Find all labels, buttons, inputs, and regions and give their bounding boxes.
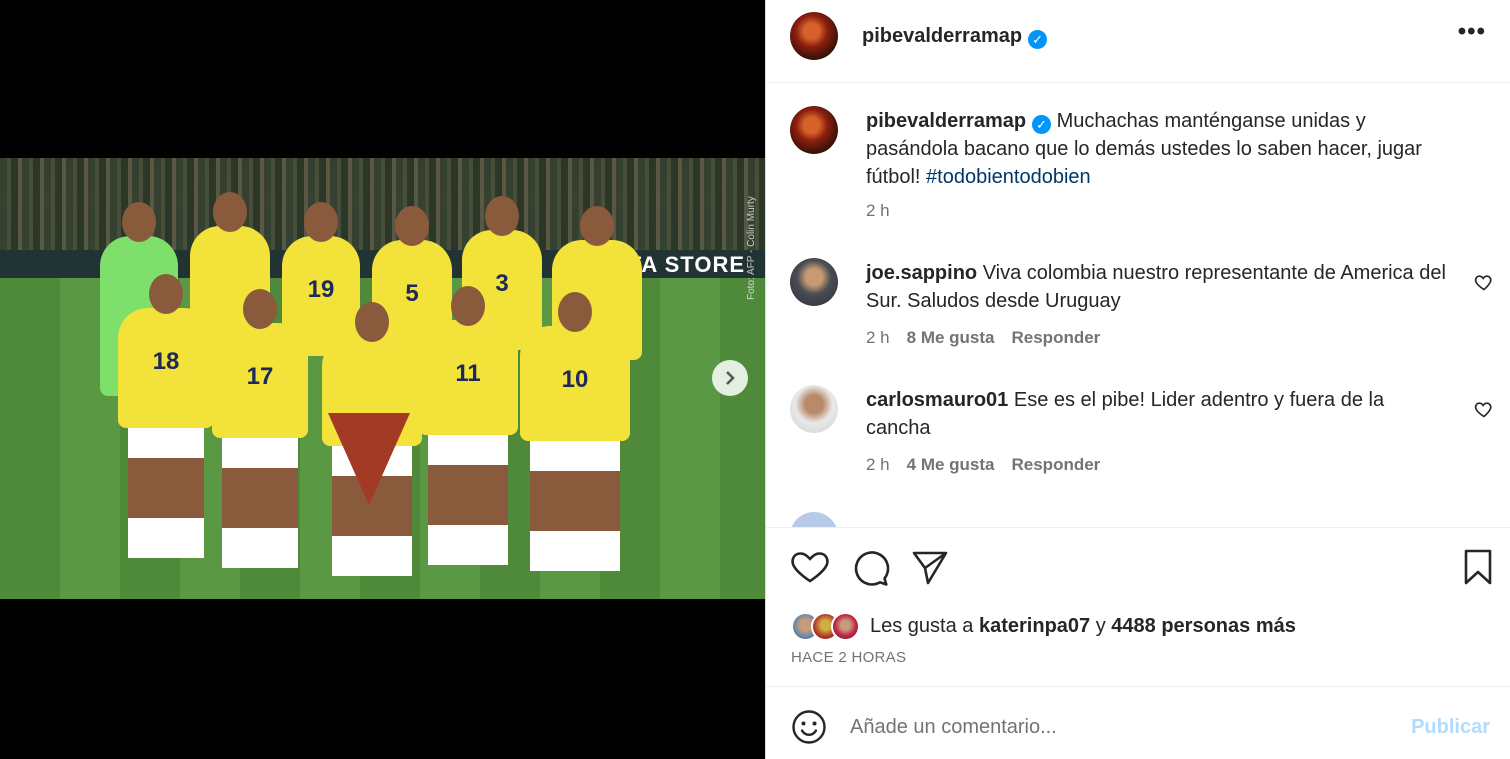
share-send-icon[interactable] xyxy=(908,545,952,589)
post-timestamp[interactable]: HACE 2 HORAS xyxy=(791,649,906,666)
comment-time[interactable]: 2 h xyxy=(866,455,890,475)
jersey-number: 11 xyxy=(455,360,481,387)
comment-avatar[interactable] xyxy=(790,385,838,433)
caption-body: pibevalderramap ✓ Muchachas manténganse u… xyxy=(866,107,1450,191)
jersey-number: 19 xyxy=(307,276,335,303)
likes-middle: y xyxy=(1095,615,1106,637)
likes-user[interactable]: katerinpa07 xyxy=(979,615,1090,638)
likes-summary: Les gusta a katerinpa07 y 4488 personas … xyxy=(791,612,1296,641)
next-media-button[interactable] xyxy=(712,360,748,396)
comments-list[interactable]: pibevalderramap ✓ Muchachas manténganse u… xyxy=(766,84,1510,528)
jersey-number: 10 xyxy=(561,366,589,393)
player: 17 xyxy=(212,289,308,568)
chevron-right-icon xyxy=(726,371,735,385)
stadium-stands xyxy=(0,158,765,250)
carousel-dot xyxy=(368,568,374,574)
comment-likes[interactable]: 4 Me gusta xyxy=(907,455,995,475)
player: 11 xyxy=(418,286,518,565)
comment-reply-button[interactable]: Responder xyxy=(1012,455,1101,475)
jersey-number: 5 xyxy=(405,280,419,307)
verified-badge-icon: ✓ xyxy=(1028,30,1048,49)
comment-input[interactable] xyxy=(850,709,1400,745)
author-username-wrap[interactable]: pibevalderramap ✓ xyxy=(862,25,1048,49)
post-media: FA STORE 19 5 3 18 17 11 10 Foto: AFP - … xyxy=(0,0,765,759)
comment-time[interactable]: 2 h xyxy=(866,328,890,348)
comment-body: joe.sappino Viva colombia nuestro repres… xyxy=(866,259,1450,315)
jersey-number: 17 xyxy=(246,363,274,390)
likes-prefix: Les gusta a xyxy=(870,615,974,637)
photo-credit: Foto: AFP - Colin Murty xyxy=(746,196,757,300)
player: 10 xyxy=(520,292,630,571)
add-comment-bar: Publicar xyxy=(766,686,1510,759)
comment-meta: 2 h 8 Me gusta Responder xyxy=(866,328,1100,348)
save-bookmark-icon[interactable] xyxy=(1456,545,1500,589)
caption-avatar[interactable] xyxy=(790,106,838,154)
publish-button[interactable]: Publicar xyxy=(1411,716,1490,739)
author-avatar[interactable] xyxy=(790,12,838,60)
jersey-number: 18 xyxy=(152,348,180,375)
carousel-dot xyxy=(358,568,364,574)
post-panel: pibevalderramap ✓ ••• pibevalderramap ✓ Mu… xyxy=(765,0,1510,759)
author-username[interactable]: pibevalderramap xyxy=(862,25,1022,47)
post-photo[interactable]: FA STORE 19 5 3 18 17 11 10 xyxy=(0,158,765,599)
comment-body: carlosmauro01 Ese es el pibe! Lider aden… xyxy=(866,386,1450,442)
more-icon[interactable]: ••• xyxy=(1458,18,1486,46)
comment-username[interactable]: carlosmauro01 xyxy=(866,389,1008,411)
comment-like-icon[interactable] xyxy=(1474,399,1494,419)
carousel-indicator xyxy=(358,568,374,574)
caption-username[interactable]: pibevalderramap xyxy=(866,110,1026,132)
likes-others[interactable]: 4488 personas más xyxy=(1111,615,1296,638)
post-header: pibevalderramap ✓ ••• xyxy=(766,0,1510,83)
action-bar xyxy=(766,545,1510,589)
caption-hashtag[interactable]: #todobientodobien xyxy=(926,166,1091,188)
player: 18 xyxy=(118,274,214,558)
like-heart-icon[interactable] xyxy=(788,545,832,589)
comment-username[interactable]: joe.sappino xyxy=(866,262,977,284)
comment-avatar[interactable] xyxy=(790,258,838,306)
liker-avatars[interactable] xyxy=(791,612,860,641)
comment-meta: 2 h 4 Me gusta Responder xyxy=(866,455,1100,475)
caption-time[interactable]: 2 h xyxy=(866,201,890,221)
board-text: FA STORE xyxy=(628,252,745,277)
comment-bubble-icon[interactable] xyxy=(848,545,892,589)
comment-likes[interactable]: 8 Me gusta xyxy=(907,328,995,348)
caption-meta: 2 h xyxy=(866,201,890,221)
comment-reply-button[interactable]: Responder xyxy=(1012,328,1101,348)
comment-avatar[interactable] xyxy=(790,512,838,527)
comment-like-icon[interactable] xyxy=(1474,272,1494,292)
emoji-icon[interactable] xyxy=(791,709,827,745)
verified-badge-icon: ✓ xyxy=(1032,115,1052,134)
